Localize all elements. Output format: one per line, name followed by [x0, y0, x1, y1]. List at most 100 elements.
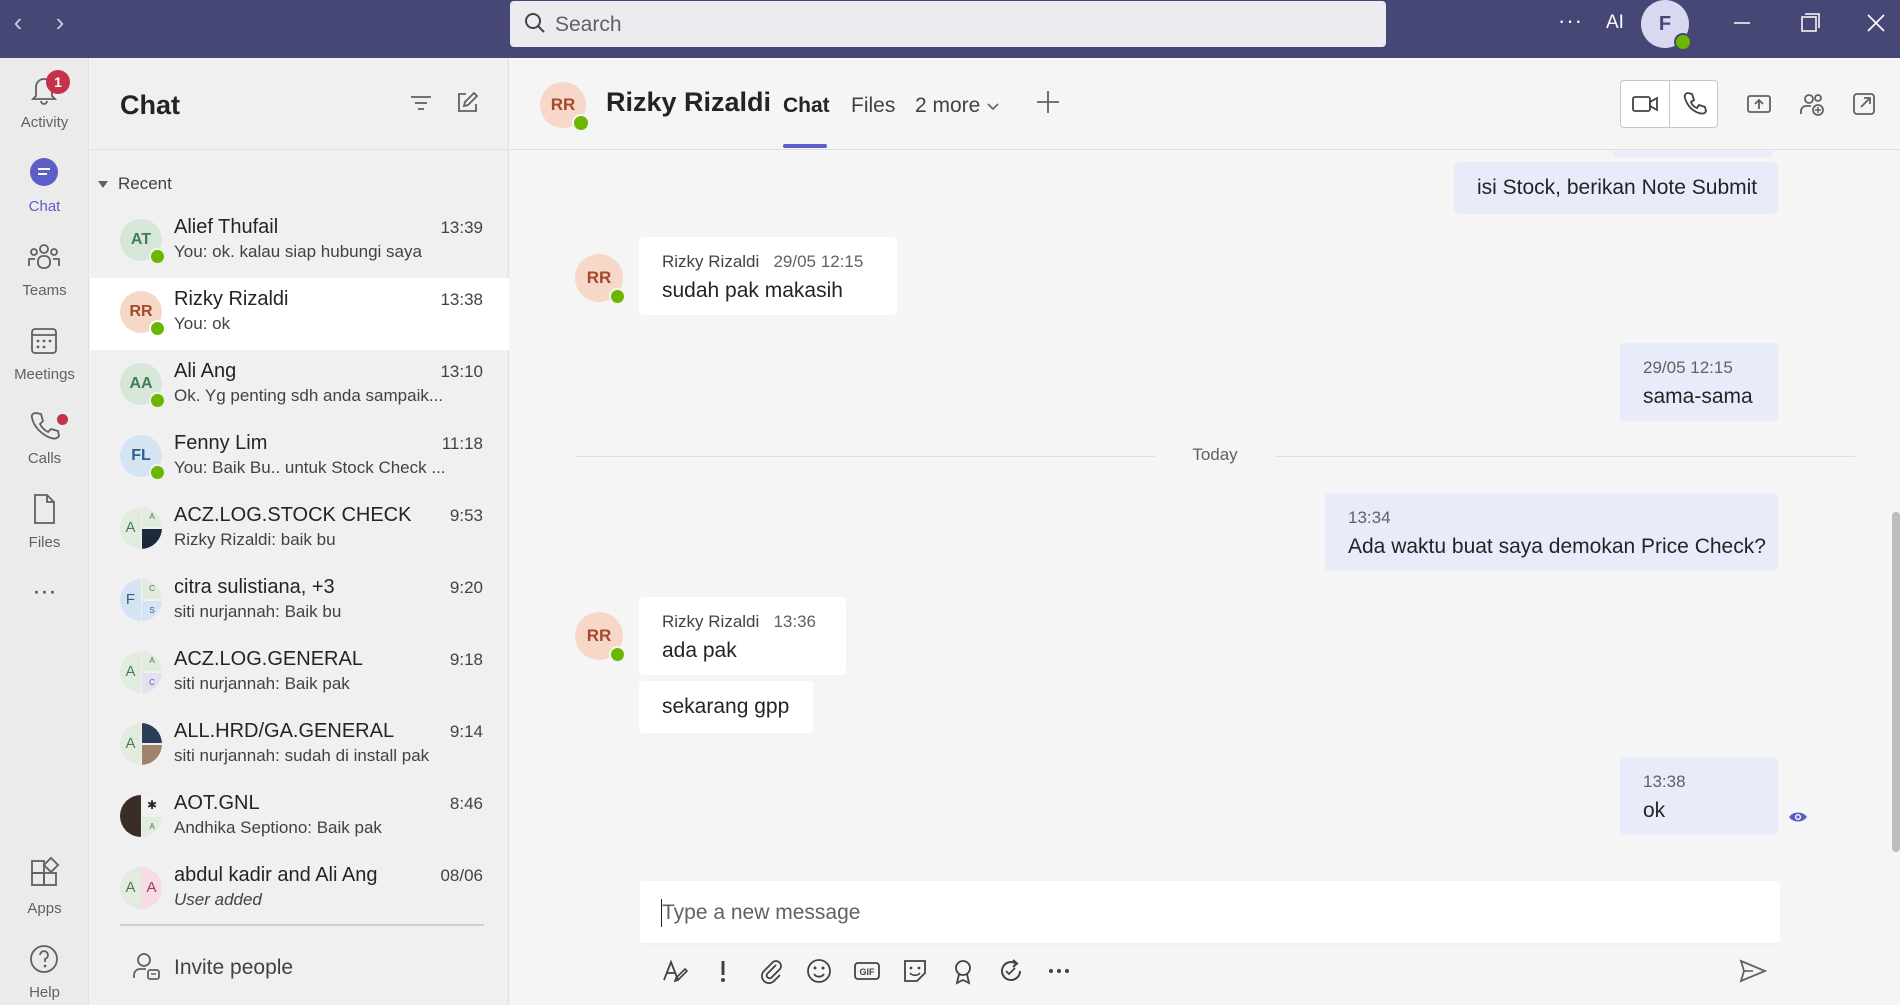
chat-preview: You: ok — [174, 314, 231, 333]
format-icon[interactable] — [660, 956, 690, 986]
group-avatar: A — [120, 723, 162, 765]
group-avatar-photo — [142, 529, 162, 549]
message-bubble[interactable]: 13:38 ok — [1620, 757, 1778, 835]
emoji-icon[interactable] — [804, 956, 834, 986]
presence-available-icon — [149, 392, 166, 409]
calls-notification-dot — [57, 414, 68, 425]
rail-item-apps[interactable]: Apps — [0, 848, 89, 928]
chat-list-item[interactable]: AT Alief Thufail 13:39 You: ok. kalau si… — [90, 206, 509, 278]
title-bar: ‹ › Search ··· AI F — [0, 0, 1900, 58]
add-tab-icon[interactable] — [1034, 88, 1062, 116]
send-icon[interactable] — [1738, 956, 1768, 986]
message-bubble[interactable]: Rizky Rizaldi 29/05 12:15 sudah pak maka… — [639, 237, 897, 315]
message-time: 13:36 — [773, 612, 817, 631]
rail-item-calls[interactable]: Calls — [0, 398, 89, 478]
chat-list-item[interactable]: F C S citra sulistiana, +3 9:20 siti nur… — [90, 566, 509, 638]
message-meta: Rizky Rizaldi 13:36 — [662, 612, 816, 632]
chat-list-title: Chat — [120, 90, 180, 120]
group-avatar-initial: A — [120, 507, 141, 549]
message-text: sekarang gpp — [662, 695, 790, 718]
tab-more[interactable]: 2 more — [915, 94, 1000, 118]
filter-icon[interactable] — [408, 90, 434, 116]
back-arrow-icon[interactable]: ‹ — [6, 9, 30, 35]
chat-name: ALL.HRD/GA.GENERAL — [174, 720, 395, 742]
more-tools-icon[interactable] — [1044, 956, 1074, 986]
divider — [1669, 81, 1670, 127]
avatar: RR — [120, 291, 166, 337]
group-avatar-sub: S — [142, 601, 162, 621]
message-bubble[interactable]: 13:34 Ada waktu buat saya demokan Price … — [1325, 493, 1778, 571]
rail-label: Chat — [28, 198, 61, 215]
chat-header: RR Rizky Rizaldi Chat Files 2 more — [510, 58, 1900, 150]
group-avatar-initial: A — [120, 867, 141, 909]
contact-avatar[interactable]: RR — [540, 82, 590, 132]
close-icon[interactable] — [1856, 6, 1896, 40]
restore-icon[interactable] — [1790, 6, 1830, 40]
message-text: ok — [1643, 799, 1666, 822]
chat-list-item[interactable]: A A abdul kadir and Ali Ang 08/06 User a… — [90, 854, 509, 926]
group-avatar-photo — [120, 795, 141, 837]
minimize-icon[interactable] — [1722, 6, 1762, 40]
gif-icon[interactable]: GIF — [852, 956, 882, 986]
loop-icon[interactable] — [996, 956, 1026, 986]
ai-button[interactable]: AI — [1606, 12, 1624, 34]
recent-section-header[interactable]: Recent — [98, 174, 172, 194]
tab-files[interactable]: Files — [851, 94, 895, 118]
message-bubble[interactable]: sekarang gpp — [639, 681, 813, 733]
message-bubble[interactable]: Rizky Rizaldi 13:36 ada pak — [639, 597, 846, 675]
chat-list-item[interactable]: RR Rizky Rizaldi 13:38 You: ok — [90, 278, 509, 350]
rail-more-apps[interactable]: ··· — [0, 578, 89, 618]
attach-icon[interactable] — [756, 956, 786, 986]
rail-item-files[interactable]: Files — [0, 482, 89, 562]
video-call-icon[interactable] — [1630, 89, 1660, 119]
group-avatar-initial: A — [120, 723, 141, 765]
chat-time: 9:53 — [449, 506, 483, 525]
rail-item-activity[interactable]: 1 Activity — [0, 62, 89, 142]
important-icon[interactable] — [708, 956, 738, 986]
message-time: 13:34 — [1348, 508, 1391, 527]
search-input[interactable]: Search — [510, 1, 1386, 47]
group-avatar-sub: A — [142, 651, 162, 671]
avatar: AA — [120, 363, 166, 409]
share-screen-icon[interactable] — [1745, 90, 1773, 118]
chat-list-item[interactable]: ✱ A AOT.GNL 8:46 Andhika Septiono: Baik … — [90, 782, 509, 854]
chat-list-item[interactable]: A A C ACZ.LOG.GENERAL 9:18 siti nurjanna… — [90, 638, 509, 710]
message-sender: Rizky Rizaldi — [662, 612, 760, 631]
chat-list-item[interactable]: A A ACZ.LOG.STOCK CHECK 9:53 Rizky Rizal… — [90, 494, 509, 566]
call-buttons — [1620, 80, 1718, 128]
audio-call-icon[interactable] — [1680, 89, 1710, 119]
chat-list-item[interactable]: AA Ali Ang 13:10 Ok. Yg penting sdh anda… — [90, 350, 509, 422]
chat-list-item[interactable]: FL Fenny Lim 11:18 You: Baik Bu.. untuk … — [90, 422, 509, 494]
presence-available-icon — [609, 646, 626, 663]
sender-avatar[interactable]: RR — [575, 612, 626, 663]
presence-available-icon — [149, 464, 166, 481]
compose-box[interactable]: Type a new message — [640, 881, 1780, 945]
rail-item-meetings[interactable]: Meetings — [0, 314, 89, 394]
compose-placeholder: Type a new message — [662, 901, 861, 924]
praise-icon[interactable] — [948, 956, 978, 986]
more-options-icon[interactable]: ··· — [1558, 8, 1583, 34]
scrollbar[interactable] — [1892, 512, 1900, 852]
rail-item-chat[interactable]: Chat — [0, 146, 89, 226]
profile-avatar[interactable]: F — [1641, 0, 1692, 51]
tab-more-label: 2 more — [915, 94, 981, 117]
chat-list-item[interactable]: A ALL.HRD/GA.GENERAL 9:14 siti nurjannah… — [90, 710, 509, 782]
sticker-icon[interactable] — [900, 956, 930, 986]
group-avatar-sub: C — [142, 673, 162, 693]
pop-out-icon[interactable] — [1850, 90, 1878, 118]
rail-item-help[interactable]: Help — [0, 932, 89, 1005]
group-avatar: A A — [120, 867, 162, 909]
new-chat-icon[interactable] — [454, 90, 480, 116]
add-people-icon[interactable] — [1798, 90, 1826, 118]
forward-arrow-icon[interactable]: › — [48, 9, 72, 35]
message-bubble[interactable]: isi Stock, berikan Note Submit — [1454, 162, 1778, 214]
tab-chat[interactable]: Chat — [783, 94, 830, 118]
message-bubble[interactable]: 29/05 12:15 sama-sama — [1620, 343, 1778, 421]
chat-time: 8:46 — [449, 794, 483, 813]
sender-avatar[interactable]: RR — [575, 254, 626, 305]
rail-label: Files — [28, 534, 61, 551]
chat-name: ACZ.LOG.STOCK CHECK — [174, 504, 412, 526]
rail-item-teams[interactable]: Teams — [0, 230, 89, 310]
invite-people-button[interactable]: Invite people — [130, 950, 430, 986]
group-avatar-sub: C — [142, 579, 162, 599]
